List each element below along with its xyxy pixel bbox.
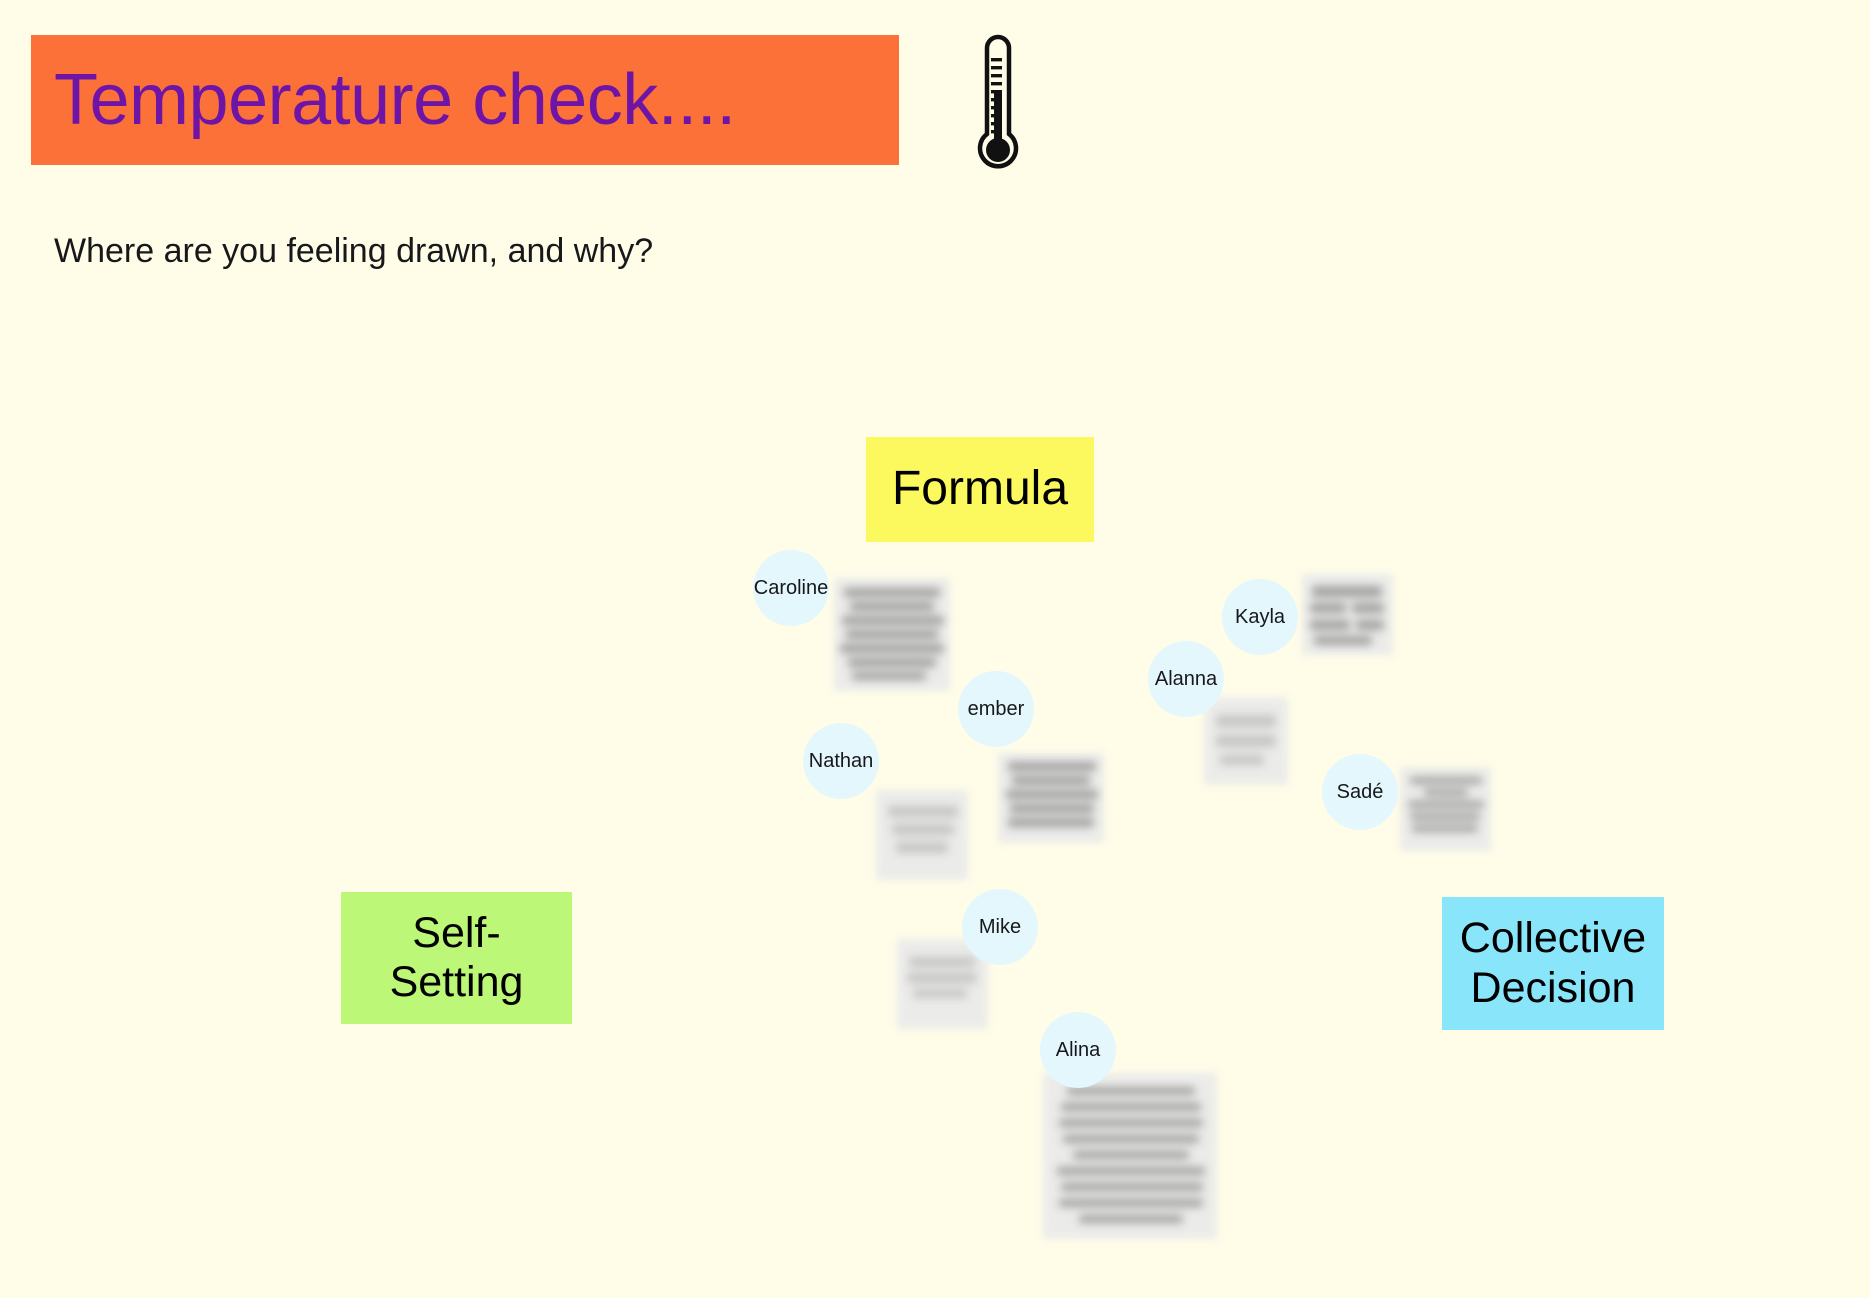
sticky-note-collective-decision-line1: Collective	[1459, 914, 1647, 963]
sticky-note-formula-label: Formula	[891, 462, 1069, 516]
contribution-note-alina[interactable]	[1043, 1073, 1217, 1239]
sticky-note-self-setting-line1: Self-	[412, 908, 501, 957]
contribution-note-sade[interactable]	[1400, 767, 1491, 851]
avatar-mike-label: Mike	[978, 915, 1022, 938]
avatar-alanna-label: Alanna	[1154, 667, 1218, 690]
contribution-note-alanna[interactable]	[1204, 697, 1288, 785]
sticky-note-formula[interactable]: Formula	[866, 437, 1094, 542]
contribution-note-nathan[interactable]	[876, 790, 968, 880]
avatar-nathan-label: Nathan	[808, 749, 874, 772]
sticky-note-self-setting-line2: Setting	[389, 958, 524, 1006]
avatar-sade[interactable]: Sadé	[1322, 754, 1398, 830]
avatar-kayla[interactable]: Kayla	[1222, 579, 1298, 655]
whiteboard-canvas[interactable]: Temperature check.... Where are you feel…	[0, 0, 1870, 1298]
page-title: Temperature check....	[54, 60, 736, 140]
avatar-mike[interactable]: Mike	[962, 889, 1038, 965]
avatar-caroline[interactable]: Caroline	[753, 550, 829, 626]
contribution-note-caroline[interactable]	[834, 578, 950, 691]
avatar-ember[interactable]: ember	[958, 671, 1034, 747]
avatar-sade-label: Sadé	[1336, 780, 1384, 803]
avatar-kayla-label: Kayla	[1234, 605, 1286, 628]
contribution-note-ember[interactable]	[998, 753, 1104, 843]
thermometer-icon	[965, 30, 1031, 175]
avatar-alina-label: Alina	[1055, 1038, 1101, 1061]
sticky-note-collective-decision-line2: Decision	[1470, 963, 1636, 1012]
avatar-alanna[interactable]: Alanna	[1148, 641, 1224, 717]
sticky-note-collective-decision[interactable]: Collective Decision	[1442, 897, 1664, 1030]
sticky-note-self-setting[interactable]: Self- Setting	[341, 892, 572, 1024]
contribution-note-kayla[interactable]	[1302, 574, 1393, 655]
header-banner[interactable]: Temperature check....	[31, 35, 899, 165]
avatar-alina[interactable]: Alina	[1040, 1012, 1116, 1088]
prompt-question: Where are you feeling drawn, and why?	[54, 232, 654, 270]
avatar-ember-label: ember	[967, 697, 1025, 720]
avatar-nathan[interactable]: Nathan	[803, 723, 879, 799]
avatar-caroline-label: Caroline	[753, 576, 829, 599]
